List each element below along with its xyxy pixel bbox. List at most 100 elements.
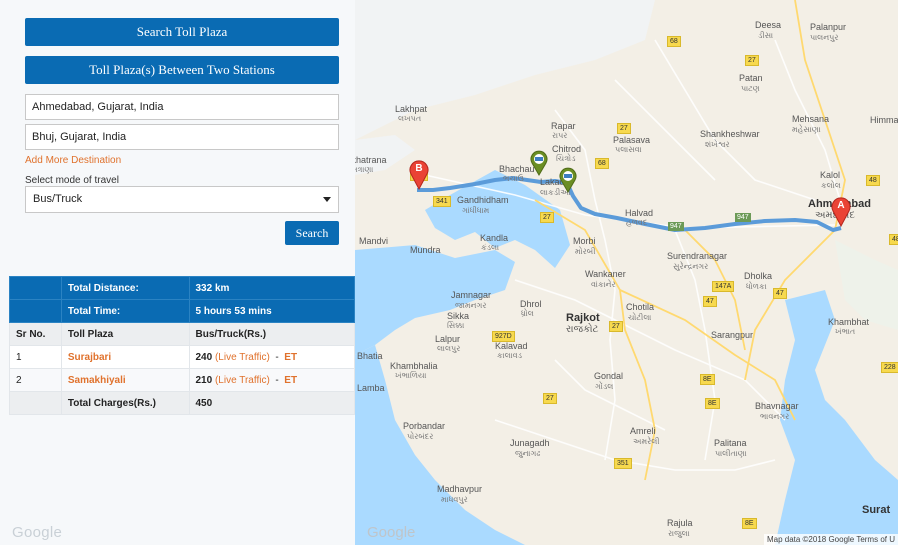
highway-shield: 27 [540,212,554,223]
map-label-surendranagar: Surendranagar [667,251,728,261]
map-label-kalavad: Kalavad [495,341,528,351]
map-label-kalol: Kalol [820,170,841,180]
map-label-khambhalia-g: ખંભાળિયા [395,371,427,380]
map-label-jamnagar: Jamnagar [451,290,492,300]
toll-plaza-link[interactable]: Surajbari [68,352,111,363]
map-label-lalpur: Lalpur [435,334,461,344]
total-charges-label: Total Charges(Rs.) [60,391,190,415]
table-row: 2 Samakhiyali 210 (Live Traffic) - ET [9,368,355,392]
row-sr: 2 [9,368,62,392]
search-button[interactable]: Search [285,221,339,245]
map-label-surendranagar-g: સુરેન્દ્રનગર [673,262,709,271]
map-label-dholka: Dholka [744,271,773,281]
map-label-khambhalia: Khambhalia [390,361,438,371]
toll-search-panel: Search Toll Plaza Toll Plaza(s) Between … [0,0,355,545]
marker-b-label: B [415,163,423,174]
origin-marker-a[interactable]: A [831,197,851,227]
highway-shield: 68 [667,36,681,47]
map-label-patan-g: પાટણ [741,84,760,93]
map-label-lalpur-g: લાલપુર [437,344,461,353]
highway-shield: 947 [668,222,684,231]
toll-plaza-marker[interactable] [558,167,578,193]
map-label-surat: Surat [862,504,891,516]
map-label-nakhatrana-g: નખત્રાણા [355,165,374,174]
map-label-bhavnagar-g: ભાવનગર [760,412,790,421]
arabian-sea [355,345,525,545]
map-label-gondal: Gondal [594,371,624,381]
map-label-rajkot: Rajkot [566,312,600,324]
map-label-dholka-g: ધોળકા [746,282,767,291]
map-label-porbandar-g: પોરબંદર [407,432,434,441]
map-label-kandla-g: કંડલા [481,243,500,252]
live-traffic-link[interactable]: (Live Traffic) [215,375,270,386]
search-toll-plaza-button[interactable]: Search Toll Plaza [25,18,339,46]
map-label-chotila: Chotila [626,302,655,312]
row-sr: 1 [9,345,62,369]
highway-shield: 8E [700,374,715,385]
route-map[interactable]: Ahmedabad અમદાવાદ Rajkot રાજકોટ Gandhidh… [355,0,898,545]
toll-plaza-link[interactable]: Samakhiyali [68,375,126,386]
map-label-mehsana: Mehsana [792,114,830,124]
total-charges-row: Total Charges(Rs.) 450 [9,391,355,415]
map-label-halvad: Halvad [625,208,654,218]
add-more-destination-link[interactable]: Add More Destination [25,155,121,166]
toll-plaza-marker[interactable] [529,150,549,176]
map-label-rapar: Rapar [551,121,576,131]
destination-input[interactable] [25,124,339,150]
map-label-rapar-g: રાપર [552,131,568,140]
map-label-khambhat: Khambhat [828,317,870,327]
map-label-wankaner-g: વાંકાનેર [591,280,616,289]
total-charges-value: 450 [188,391,355,415]
map-label-chitrod-g: ચિત્રોડ [556,154,576,163]
map-label-himmatnagar: Himma [870,115,898,125]
map-label-mandvi: Mandvi [359,236,389,246]
table-header: Sr No. Toll Plaza Bus/Truck(Rs.) [9,322,355,346]
map-label-rajula: Rajula [667,518,693,528]
map-label-palanpur: Palanpur [810,22,847,32]
toll-between-stations-button[interactable]: Toll Plaza(s) Between Two Stations [25,56,339,84]
travel-mode-select[interactable]: Bus/Truck [25,186,339,213]
et-link[interactable]: ET [284,375,297,386]
total-time-label: Total Time: [60,299,190,323]
map-label-dhrol: Dhrol [520,299,542,309]
travel-mode-value: Bus/Truck [33,193,83,205]
et-link[interactable]: ET [284,352,297,363]
travel-mode-label: Select mode of travel [25,175,119,186]
map-label-chotila-g: ચોટીલા [628,313,652,322]
map-label-porbandar: Porbandar [403,421,446,431]
destination-marker-b[interactable]: B [409,160,429,190]
table-row: 1 Surajbari 240 (Live Traffic) - ET [9,345,355,369]
highway-shield: 27 [543,393,557,404]
map-label-madhavpur-g: માધવપુર [441,495,468,504]
map-label-gandhidham: Gandhidham [457,195,509,205]
map-label-junagadh: Junagadh [510,438,550,448]
map-label-nakhatrana: Nakhatrana [355,155,387,165]
map-label-bhavnagar: Bhavnagar [755,401,799,411]
origin-input[interactable] [25,94,339,120]
map-label-bhachau-g: ભચાઉ [503,174,524,183]
map-label-deesa: Deesa [755,20,782,30]
map-label-lakhpat: Lakhpat [395,104,428,114]
map-label-morbi-g: મોરબી [575,247,596,256]
total-distance-row: Total Distance: 332 km [9,276,355,300]
toll-rate: 210 [195,374,213,386]
live-traffic-link[interactable]: (Live Traffic) [215,352,270,363]
col-rate: Bus/Truck(Rs.) [188,322,355,346]
highway-shield: 341 [433,196,451,207]
map-label-khambhat-g: ખંભાત [835,327,856,336]
map-label-kandla: Kandla [480,233,509,243]
col-sr-no: Sr No. [9,322,62,346]
map-label-amreli: Amreli [630,426,656,436]
highway-shield: 47 [773,288,787,299]
separator: - [275,351,279,363]
total-distance-label: Total Distance: [60,276,190,300]
map-label-gondal-g: ગોંડલ [595,382,614,391]
map-label-gandhidham-g: ગાંધીધામ [462,206,490,215]
map-label-palitana-g: પાલીતાણા [715,449,747,458]
map-label-junagadh-g: જુનાગઢ [515,449,541,458]
map-credit[interactable]: Map data ©2018 Google Terms of U [763,534,898,545]
map-label-kalavad-g: કાલાવડ [497,351,522,360]
map-label-rajkot-g: રાજકોટ [566,324,599,335]
separator: - [275,374,279,386]
map-label-chitrod: Chitrod [552,144,582,154]
